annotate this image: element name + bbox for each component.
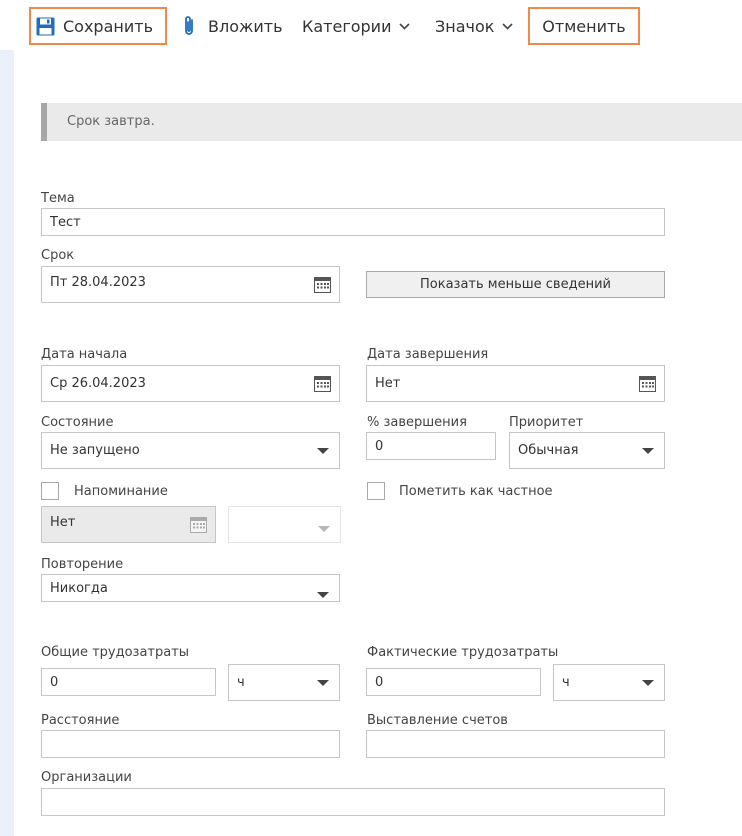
show-less-button[interactable]: Показать меньше сведений — [366, 271, 665, 298]
dropdown-arrow-icon — [317, 447, 329, 454]
categories-button[interactable]: Категории — [302, 7, 411, 45]
billing-input[interactable] — [366, 730, 665, 758]
save-icon — [36, 17, 55, 36]
chevron-down-icon — [502, 15, 514, 34]
dropdown-arrow-icon — [642, 447, 654, 454]
percent-value: 0 — [375, 439, 384, 454]
companies-label: Организации — [41, 770, 132, 785]
dropdown-arrow-icon — [318, 525, 330, 532]
categories-label: Категории — [302, 16, 392, 36]
companies-input[interactable] — [41, 788, 665, 816]
subject-input[interactable]: Тест — [41, 208, 665, 236]
reminder-date-value: Нет — [50, 515, 76, 530]
due-label: Срок — [41, 248, 75, 263]
priority-select[interactable]: Обычная — [509, 432, 665, 469]
left-strip — [0, 50, 14, 836]
info-message: Срок завтра. — [67, 114, 155, 129]
calendar-icon[interactable] — [314, 276, 331, 293]
priority-value: Обычная — [518, 443, 579, 458]
dropdown-arrow-icon — [317, 679, 329, 686]
recurrence-label: Повторение — [41, 557, 124, 572]
save-label: Сохранить — [63, 16, 153, 36]
end-label: Дата завершения — [367, 347, 489, 362]
dropdown-arrow-icon — [642, 679, 654, 686]
cancel-button[interactable]: Отменить — [528, 7, 640, 45]
actual-work-unit-select[interactable]: ч — [553, 664, 665, 701]
chevron-down-icon — [399, 15, 411, 34]
reminder-label: Напоминание — [74, 484, 168, 499]
calendar-icon[interactable] — [314, 375, 331, 392]
mileage-input[interactable] — [41, 730, 340, 758]
calendar-icon[interactable] — [639, 375, 656, 392]
attach-label: Вложить — [208, 16, 283, 36]
end-date-input[interactable]: Нет — [366, 365, 665, 402]
total-work-input[interactable]: 0 — [41, 668, 216, 696]
start-date-input[interactable]: Ср 26.04.2023 — [41, 365, 340, 402]
subject-label: Тема — [41, 191, 75, 206]
billing-label: Выставление счетов — [367, 713, 508, 728]
total-work-unit-select[interactable]: ч — [228, 664, 340, 701]
icon-label: Значок — [435, 16, 495, 36]
recurrence-value: Никогда — [50, 581, 108, 596]
end-date-value: Нет — [375, 376, 401, 391]
actual-work-input[interactable]: 0 — [366, 668, 541, 696]
reminder-time-select — [228, 506, 341, 543]
save-button[interactable]: Сохранить — [29, 7, 167, 45]
cancel-label: Отменить — [542, 16, 626, 36]
start-label: Дата начала — [41, 347, 128, 362]
percent-label: % завершения — [367, 415, 467, 430]
status-value: Не запущено — [50, 443, 140, 458]
subject-value: Тест — [50, 215, 81, 230]
info-bar: Срок завтра. — [41, 103, 742, 141]
priority-label: Приоритет — [509, 415, 584, 430]
actual-work-value: 0 — [375, 675, 384, 690]
icon-button[interactable]: Значок — [435, 7, 514, 45]
recurrence-select[interactable]: Никогда — [41, 574, 340, 602]
reminder-checkbox[interactable] — [41, 482, 59, 500]
private-label: Пометить как частное — [399, 484, 553, 499]
status-label: Состояние — [41, 415, 114, 430]
total-work-value: 0 — [50, 675, 59, 690]
mileage-label: Расстояние — [41, 713, 120, 728]
due-date-value: Пт 28.04.2023 — [50, 275, 146, 290]
show-less-label: Показать меньше сведений — [420, 277, 611, 292]
dropdown-arrow-icon — [317, 592, 329, 598]
total-work-label: Общие трудозатраты — [41, 645, 190, 660]
toolbar: Сохранить Вложить Категории Значок Отмен… — [0, 0, 742, 50]
status-select[interactable]: Не запущено — [41, 432, 340, 469]
reminder-date-input: Нет — [41, 506, 216, 543]
percent-input[interactable]: 0 — [366, 432, 496, 460]
actual-work-label: Фактические трудозатраты — [367, 645, 559, 660]
actual-work-unit-value: ч — [562, 675, 570, 690]
start-date-value: Ср 26.04.2023 — [50, 376, 146, 391]
total-work-unit-value: ч — [237, 675, 245, 690]
private-checkbox[interactable] — [367, 482, 385, 500]
due-date-input[interactable]: Пт 28.04.2023 — [41, 266, 340, 303]
attach-button[interactable]: Вложить — [182, 7, 283, 45]
calendar-icon — [190, 516, 207, 533]
paperclip-icon — [182, 15, 196, 37]
